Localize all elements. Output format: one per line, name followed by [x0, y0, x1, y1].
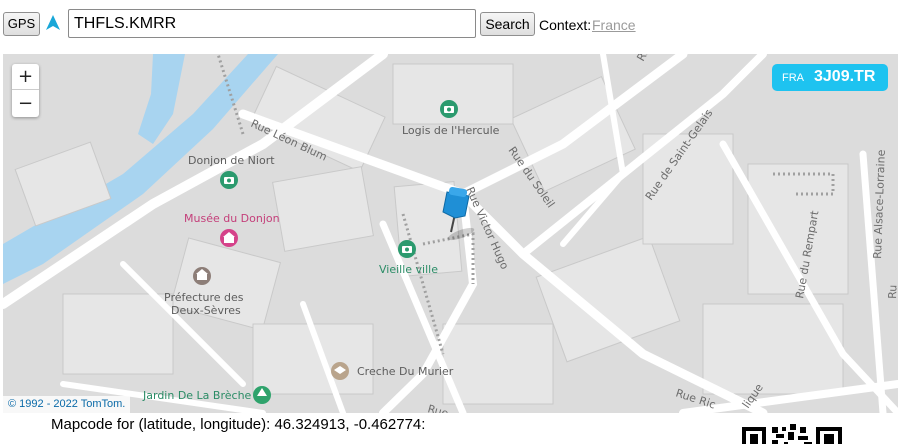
toolbar: GPS THFLS.KMRR Search Context: France — [0, 0, 901, 50]
poi-label-creche: Creche Du Murier — [357, 365, 454, 378]
poi-label-vieille-ville: Vieille ville — [379, 263, 438, 276]
camera-icon[interactable] — [220, 171, 238, 189]
museum-icon[interactable] — [220, 229, 238, 247]
school-icon[interactable] — [331, 362, 349, 380]
context-label: Context: — [539, 17, 592, 33]
gps-button[interactable]: GPS — [3, 12, 40, 36]
mapcode-value: 3J09.TR — [814, 68, 876, 85]
mapcode-badge[interactable]: FRA 3J09.TR — [772, 64, 888, 91]
poi-label-donjon-niort: Donjon de Niort — [188, 154, 275, 167]
poi-label-jardin: Jardin De La Brèche — [142, 389, 252, 402]
map-view[interactable]: Rue Léon Blum Rue Victor Hugo Rue du Sol… — [3, 54, 898, 413]
map-canvas[interactable]: Rue Léon Blum Rue Victor Hugo Rue du Sol… — [3, 54, 898, 413]
camera-icon[interactable] — [398, 240, 416, 258]
government-building-icon[interactable] — [193, 267, 211, 285]
mapcode-context: FRA — [782, 72, 804, 84]
camera-icon[interactable] — [440, 100, 458, 118]
mapcode-caption: Mapcode for (latitude, longitude): 46.32… — [51, 416, 426, 433]
context-link[interactable]: France — [592, 17, 636, 33]
mapcode-search-input[interactable]: THFLS.KMRR — [68, 9, 476, 38]
street-label-ru-right: Ru — [886, 285, 898, 300]
poi-label-prefecture-line2: Deux-Sèvres — [171, 304, 241, 317]
poi-label-hercule: Logis de l'Hercule — [402, 124, 500, 137]
qr-code-icon — [742, 424, 842, 444]
poi-label-musee-donjon: Musée du Donjon — [184, 212, 280, 225]
map-copyright[interactable]: © 1992 - 2022 TomTom. — [3, 396, 131, 413]
zoom-out-button[interactable]: − — [12, 91, 39, 117]
poi-label-prefecture-line1: Préfecture des — [164, 291, 244, 304]
zoom-in-button[interactable]: + — [12, 64, 39, 90]
park-icon[interactable] — [253, 386, 271, 404]
zoom-control: + − — [12, 64, 39, 117]
navigation-arrow-icon[interactable] — [44, 14, 62, 32]
search-button[interactable]: Search — [480, 12, 535, 36]
